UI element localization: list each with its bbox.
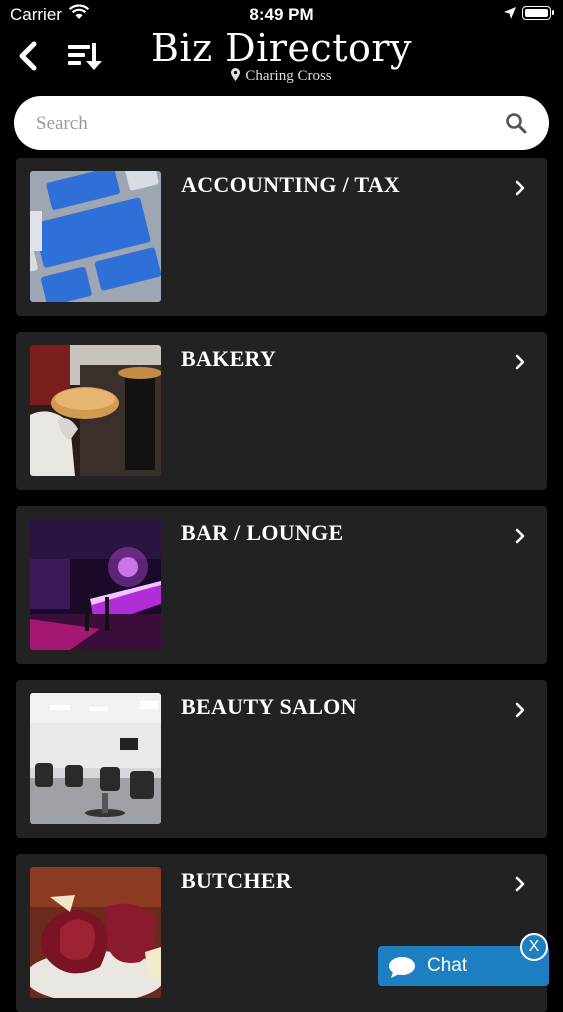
category-row-accounting[interactable]: ACCOUNTING / TAX [16,158,547,316]
chevron-right-icon [515,876,525,897]
search-icon[interactable] [505,112,527,139]
chat-bubble-icon [388,956,416,983]
search-input[interactable] [34,106,488,142]
beauty-salon-thumbnail [30,693,161,824]
chevron-right-icon [515,180,525,201]
chevron-right-icon [515,354,525,375]
clock: 8:49 PM [249,5,314,24]
chat-close-button[interactable]: X [520,933,548,961]
category-row-butcher[interactable]: BUTCHER [16,854,547,1012]
category-label: BAKERY [181,346,277,371]
category-row-bakery[interactable]: BAKERY [16,332,547,490]
chat-label: Chat [427,955,468,976]
location-subtitle: Charing Cross [0,68,563,86]
category-label: ACCOUNTING / TAX [181,172,401,197]
bakery-thumbnail [30,345,161,476]
nav-bar: Biz Directory Charing Cross [0,24,563,86]
chevron-right-icon [515,702,525,723]
bar-lounge-thumbnail [30,519,161,650]
battery-icon [522,6,554,20]
accounting-thumbnail [30,171,161,302]
map-pin-icon [231,68,241,86]
category-label: BEAUTY SALON [181,694,357,719]
location-arrow-icon [503,6,517,25]
chevron-right-icon [515,528,525,549]
category-row-beauty-salon[interactable]: BEAUTY SALON [16,680,547,838]
location-label: Charing Cross [245,68,332,84]
category-row-bar-lounge[interactable]: BAR / LOUNGE [16,506,547,664]
page-title: Biz Directory [150,26,412,70]
category-label: BUTCHER [181,868,292,893]
category-label: BAR / LOUNGE [181,520,344,545]
butcher-thumbnail [30,867,161,998]
search-bar[interactable] [14,96,549,150]
